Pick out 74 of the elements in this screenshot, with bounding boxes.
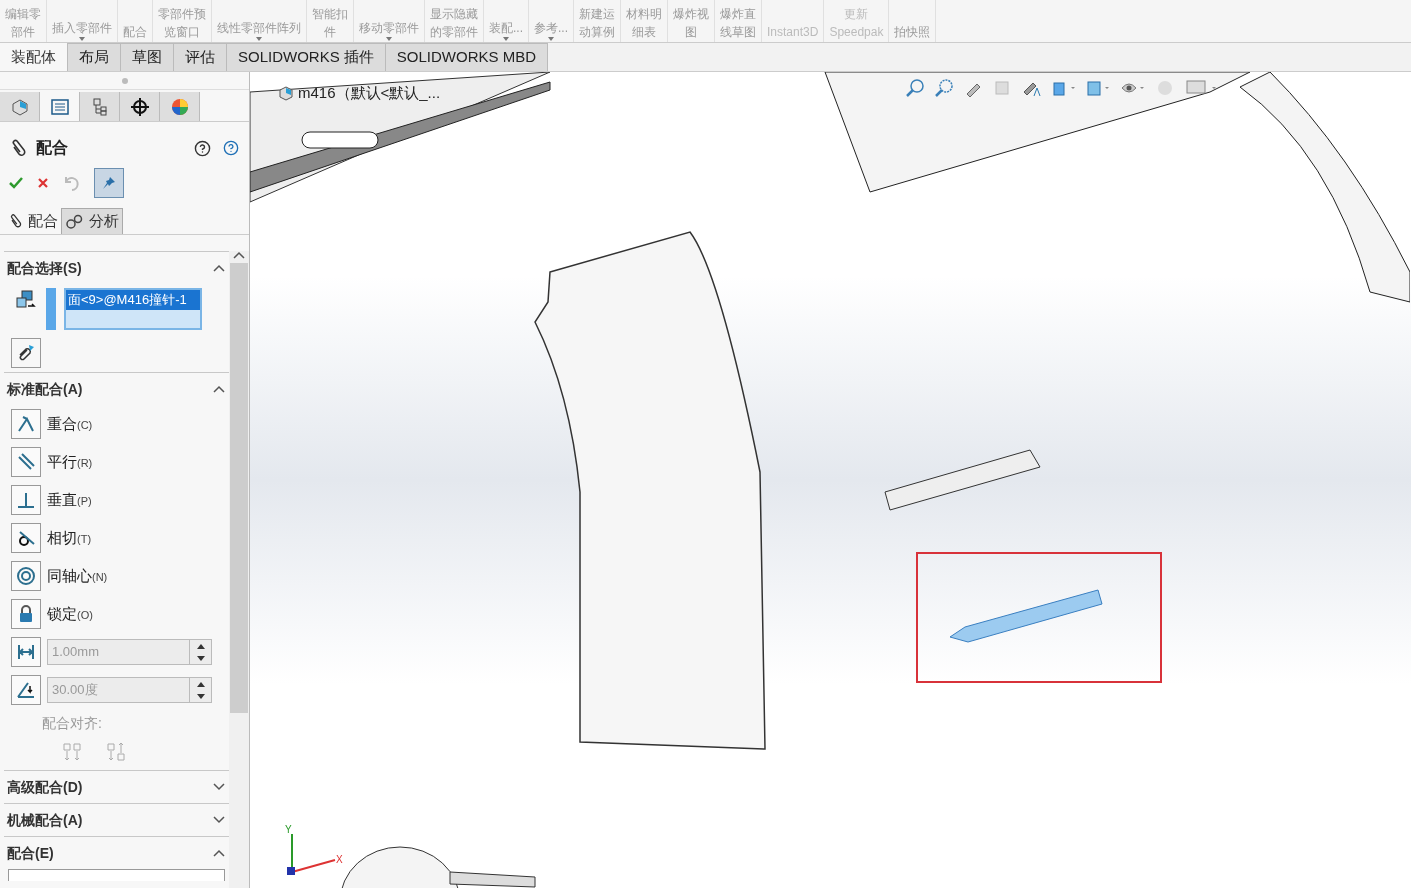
section-header[interactable]: 配合选择(S) — [4, 252, 229, 284]
paperclip-icon — [8, 213, 24, 229]
mate-option-label: 相切(T) — [47, 527, 92, 548]
field-value: 30.00度 — [51, 681, 99, 700]
zoom-area-icon[interactable] — [934, 78, 954, 98]
chevron-down-icon[interactable] — [213, 816, 225, 824]
tangent-icon — [16, 528, 36, 548]
section-title: 高级配合(D) — [7, 777, 83, 797]
mate-option-label: 同轴心(N) — [47, 565, 108, 586]
section-title: 配合选择(S) — [7, 258, 82, 278]
paperclip-flag-icon — [16, 343, 36, 363]
axis-triad-drawing — [287, 833, 336, 875]
coincident-icon — [16, 414, 36, 434]
pin-toggle[interactable] — [94, 168, 124, 198]
chevron-up-icon[interactable] — [213, 385, 225, 393]
confirm-check-icon[interactable] — [8, 175, 24, 191]
dropdown-caret-icon[interactable] — [79, 37, 85, 41]
dropdown-caret-icon[interactable] — [503, 37, 509, 41]
dropdown-caret-icon[interactable] — [256, 37, 262, 41]
alignment-label: 配合对齐: — [41, 714, 103, 733]
splitter-handle[interactable] — [121, 77, 128, 84]
command-tab[interactable]: 装配体 — [0, 43, 68, 71]
list-icon — [49, 96, 70, 117]
concentric-circles-icon — [16, 566, 36, 586]
scrollbar[interactable] — [229, 251, 249, 888]
selection-list-item[interactable]: 面<9>@M416撞针-1 — [66, 290, 200, 310]
assembly-cube-icon[interactable] — [278, 85, 294, 102]
model-name-label[interactable]: m416（默认<默认_... — [298, 82, 441, 105]
mate-option-button[interactable] — [11, 523, 41, 553]
mate-option-label: 重合(C) — [47, 413, 93, 434]
paperclip-icon — [10, 138, 28, 158]
mate-pushpin-button[interactable] — [11, 338, 41, 368]
zoom-fit-icon[interactable] — [905, 78, 925, 98]
distance-icon — [16, 642, 36, 662]
crosshair-icon — [129, 96, 150, 117]
chevron-up-icon[interactable] — [233, 251, 245, 259]
selection-marker-bar — [46, 288, 56, 330]
panel-tab[interactable]: 分析 — [62, 208, 123, 234]
dropdown-caret-icon[interactable] — [386, 37, 392, 41]
display-style-icon[interactable] — [1085, 78, 1111, 98]
manager-tab[interactable] — [120, 92, 160, 121]
selection-list[interactable]: 面<9>@M416撞针-1 — [64, 288, 202, 330]
help-icon[interactable] — [223, 139, 239, 156]
axis-label: X — [336, 853, 343, 867]
pushpin-icon — [101, 175, 117, 191]
parallel-lines-icon — [16, 452, 36, 472]
section-title: 配合(E) — [7, 843, 54, 863]
chevron-up-icon[interactable] — [213, 849, 225, 857]
angle-icon — [16, 680, 36, 700]
panel-title: 配合 — [36, 138, 68, 158]
section-title: 机械配合(A) — [7, 810, 83, 830]
field-value: 1.00mm — [51, 643, 100, 662]
chevron-up-icon[interactable] — [213, 264, 225, 272]
mate-option-label: 锁定(O) — [47, 603, 93, 624]
axis-label: Y — [285, 823, 292, 837]
chevron-down-icon[interactable] — [213, 783, 225, 791]
mates-list-box[interactable] — [8, 869, 225, 881]
command-tab[interactable]: 草图 — [121, 43, 174, 71]
mate-option-label: 垂直(P) — [47, 489, 92, 510]
section-header[interactable]: 机械配合(A) — [4, 804, 229, 836]
section-header[interactable]: 高级配合(D) — [4, 771, 229, 803]
perpendicular-icon — [16, 490, 36, 510]
section-header[interactable]: 配合(E) — [4, 837, 229, 869]
section-title: 标准配合(A) — [7, 379, 83, 399]
color-wheel-icon — [169, 96, 190, 117]
mate-option-button[interactable] — [11, 599, 41, 629]
command-tab[interactable]: SOLIDWORKS MBD — [385, 43, 549, 71]
dropdown-caret-icon[interactable] — [548, 37, 554, 41]
command-tab[interactable]: 布局 — [68, 43, 121, 71]
close-icon[interactable] — [36, 176, 50, 190]
mate-option-label: 平行(R) — [47, 451, 93, 472]
command-tab[interactable]: 评估 — [174, 43, 227, 71]
command-tab[interactable]: SOLIDWORKS 插件 — [227, 43, 386, 71]
section-header[interactable]: 标准配合(A) — [4, 373, 229, 405]
